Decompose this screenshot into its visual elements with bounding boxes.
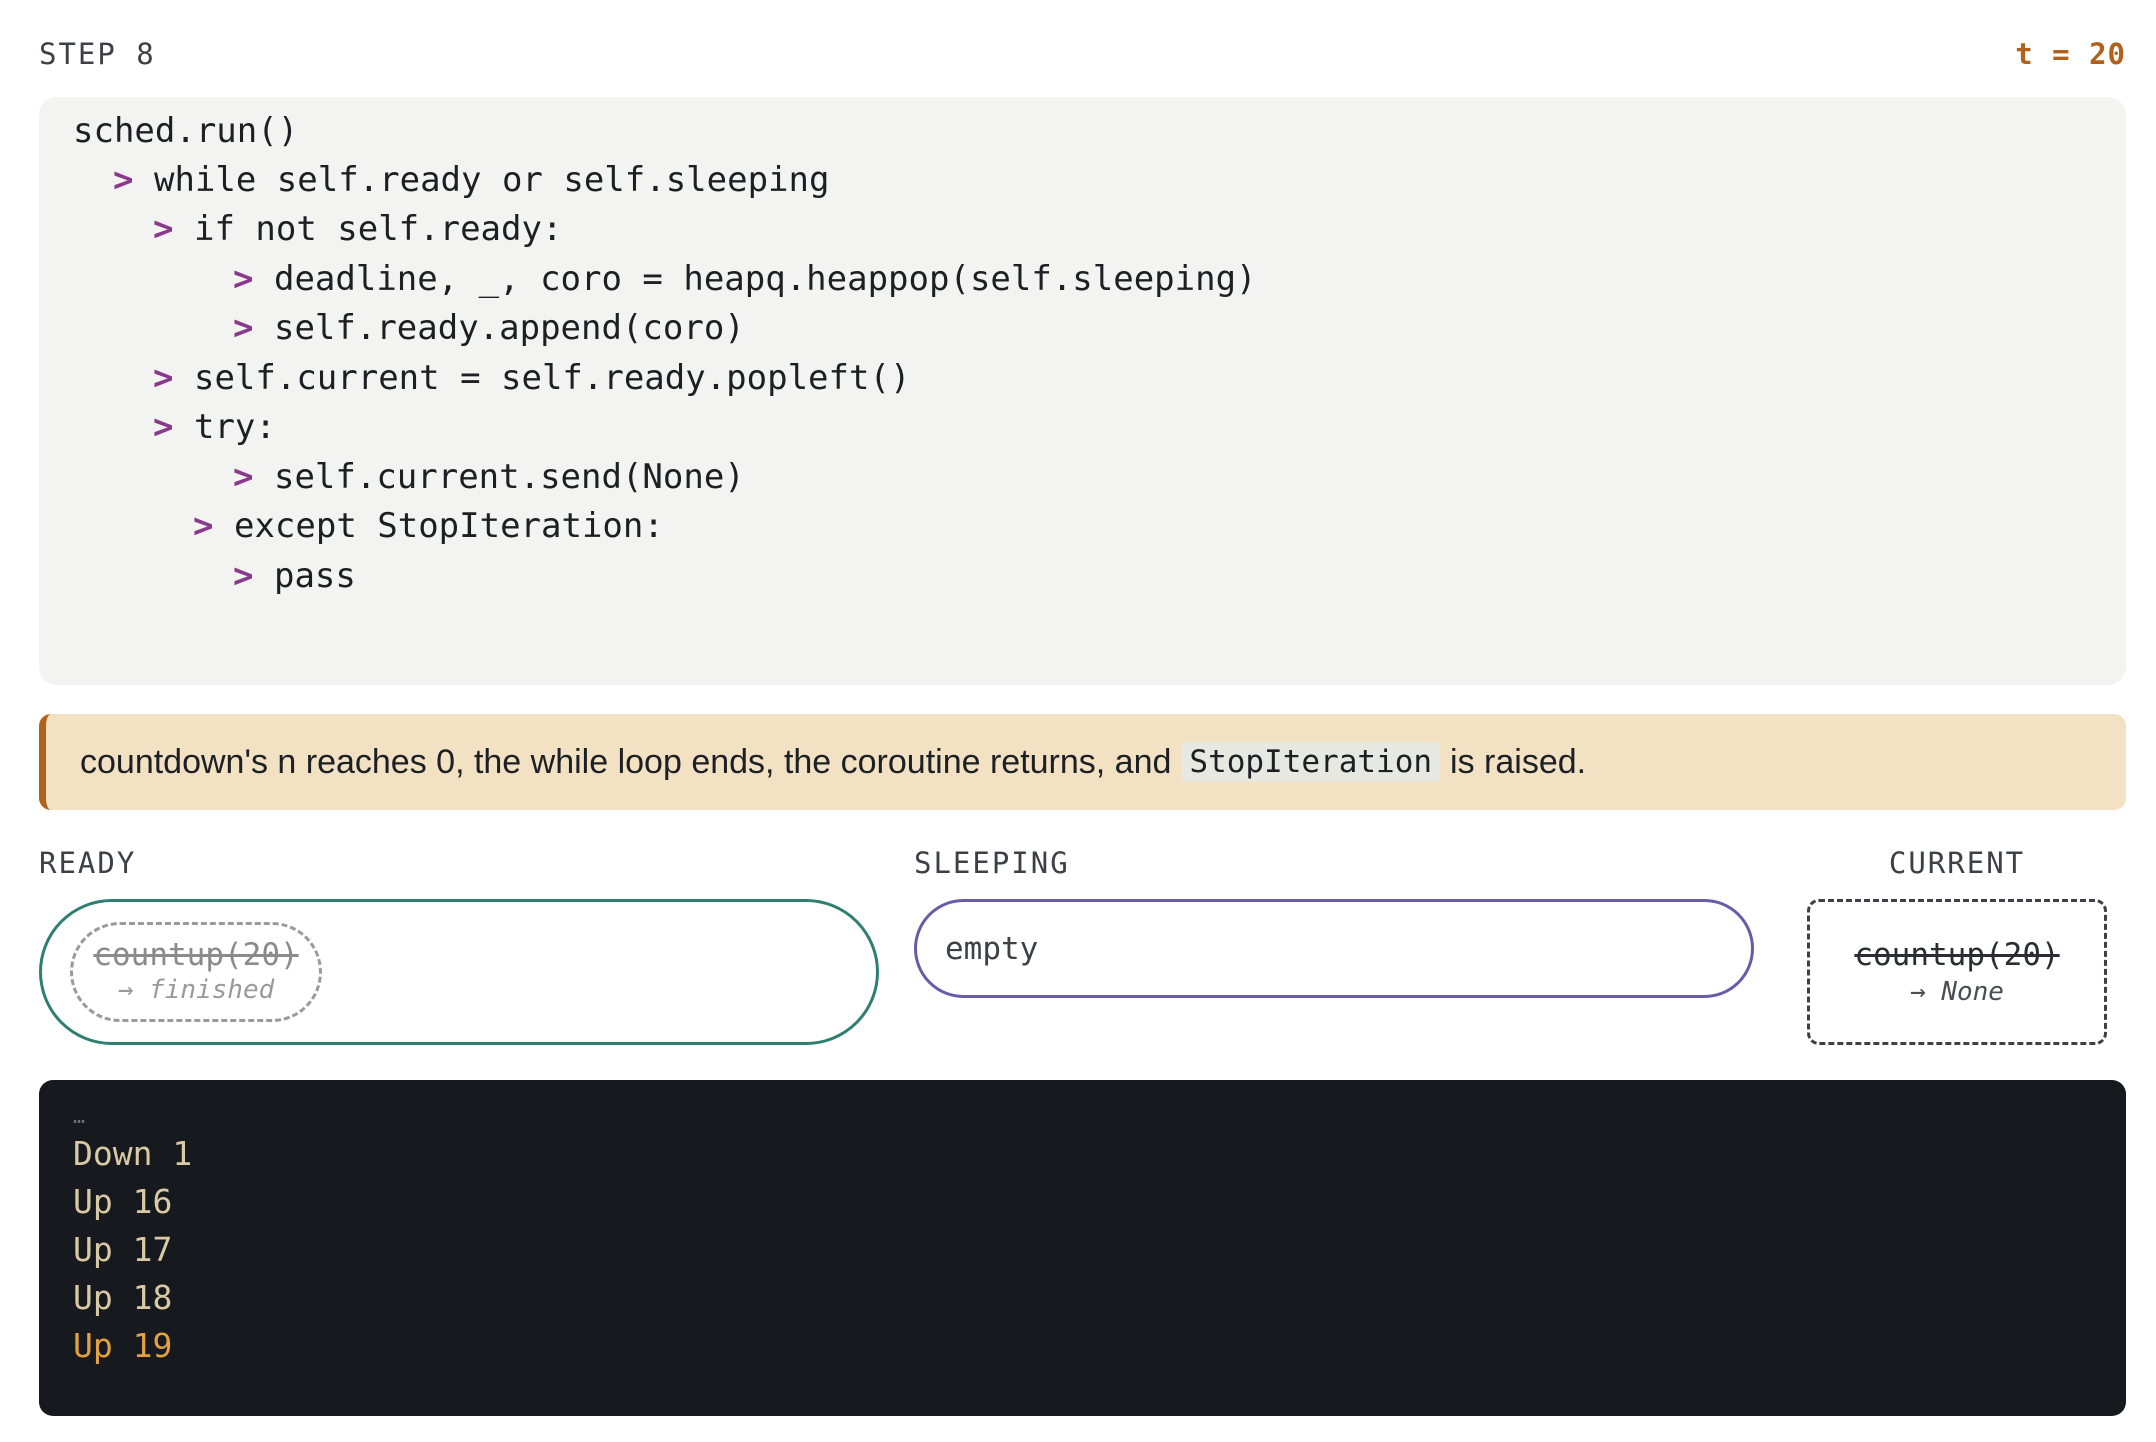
- current-label: CURRENT: [1888, 846, 2026, 880]
- code-line: > while self.ready or self.sleeping: [113, 160, 830, 200]
- console-line: Up 17: [73, 1230, 173, 1269]
- code-line: > deadline, _, coro = heapq.heappop(self…: [233, 259, 1257, 299]
- task-name: countup(20): [93, 937, 299, 973]
- note-inline-code: StopIteration: [1181, 742, 1441, 782]
- caret-icon: >: [113, 160, 134, 200]
- task-status: → finished: [117, 975, 275, 1005]
- ready-label: READY: [39, 846, 137, 880]
- step-header: STEP 8 t = 20: [39, 34, 2126, 74]
- ready-queue-item: countup(20) → finished: [70, 922, 322, 1022]
- code-trace-panel: sched.run() > while self.ready or self.s…: [39, 97, 2126, 685]
- caret-icon: >: [193, 506, 214, 546]
- console-line: Up 18: [73, 1278, 173, 1317]
- sleeping-label: SLEEPING: [914, 846, 1070, 880]
- caret-icon: >: [153, 407, 174, 447]
- note-text-end: is raised.: [1450, 742, 1587, 781]
- output-console: … Down 1 Up 16 Up 17 Up 18 Up 19: [39, 1080, 2126, 1416]
- caret-icon: >: [233, 308, 254, 348]
- code-line: > if not self.ready:: [153, 209, 563, 249]
- ready-queue: countup(20) → finished: [39, 899, 879, 1045]
- time-label: t = 20: [2015, 37, 2126, 71]
- current-task-name: countup(20): [1854, 937, 2060, 973]
- console-line: Up 16: [73, 1182, 173, 1221]
- step-explanation-note: countdown's n reaches 0, the while loop …: [39, 714, 2126, 810]
- step-label: STEP 8: [39, 37, 156, 71]
- caret-icon: >: [233, 259, 254, 299]
- caret-icon: >: [233, 457, 254, 497]
- console-line-latest: Up 19: [73, 1326, 173, 1365]
- sleeping-queue: empty: [914, 899, 1754, 998]
- current-task: countup(20) → None: [1807, 899, 2107, 1045]
- code-line: > pass: [233, 556, 356, 596]
- code-line: > self.current = self.ready.popleft(): [153, 358, 911, 398]
- code-line: > except StopIteration:: [193, 506, 664, 546]
- caret-icon: >: [233, 556, 254, 596]
- code-line: > try:: [153, 407, 276, 447]
- console-line: Down 1: [73, 1134, 193, 1173]
- code-line: > self.ready.append(coro): [233, 308, 745, 348]
- sleeping-empty-text: empty: [945, 930, 1039, 967]
- code-line: sched.run(): [73, 111, 299, 151]
- code-line: > self.current.send(None): [233, 457, 745, 497]
- note-text: countdown's n reaches 0, the while loop …: [80, 742, 1172, 781]
- caret-icon: >: [153, 358, 174, 398]
- current-task-status: → None: [1910, 977, 2004, 1007]
- caret-icon: >: [153, 209, 174, 249]
